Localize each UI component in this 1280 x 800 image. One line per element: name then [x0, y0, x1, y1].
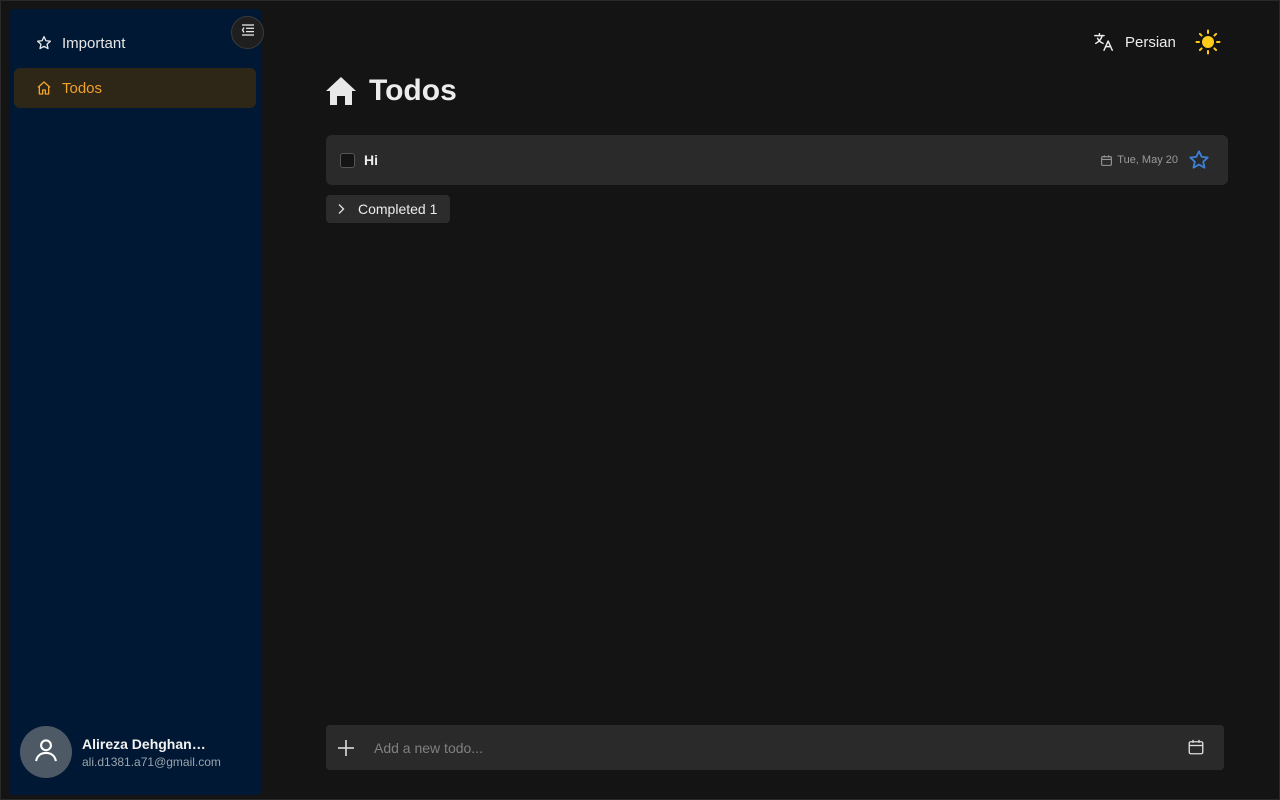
page-title-text: Todos — [369, 74, 457, 107]
language-toggle[interactable]: Persian — [1093, 30, 1176, 54]
todo-checkbox[interactable] — [340, 152, 355, 168]
todo-date-text: Tue, May 20 — [1117, 154, 1178, 166]
home-icon — [325, 76, 357, 106]
calendar-icon — [1100, 154, 1113, 167]
user-profile[interactable]: Alireza Dehghan… ali.d1381.a71@gmail.com — [20, 725, 256, 779]
sidebar-item-label: Important — [62, 34, 126, 52]
user-icon — [32, 736, 60, 769]
app-window: Important Todos Alireza Dehghan… ali.d13… — [0, 0, 1280, 800]
sun-icon — [1195, 29, 1221, 59]
translate-icon — [1093, 31, 1115, 53]
add-todo-input[interactable] — [374, 732, 1154, 763]
todo-item[interactable]: Hi Tue, May 20 — [326, 135, 1228, 185]
sidebar: Important Todos Alireza Dehghan… ali.d13… — [9, 9, 261, 795]
chevron-right-icon — [336, 203, 346, 215]
profile-email: ali.d1381.a71@gmail.com — [82, 754, 221, 769]
star-icon — [36, 35, 52, 51]
due-date-button[interactable] — [1187, 738, 1205, 756]
plus-icon[interactable] — [337, 739, 355, 757]
sidebar-collapse-button[interactable] — [231, 16, 264, 49]
theme-toggle-button[interactable] — [1195, 29, 1221, 55]
todo-due-date: Tue, May 20 — [1100, 135, 1178, 185]
menu-collapse-icon — [241, 23, 255, 42]
home-icon — [36, 80, 52, 96]
star-icon — [1188, 150, 1210, 175]
add-todo-bar — [326, 725, 1224, 770]
sidebar-item-important[interactable]: Important — [14, 23, 256, 63]
sidebar-item-label: Todos — [62, 79, 103, 97]
calendar-icon — [1187, 739, 1205, 760]
completed-label: Completed 1 — [358, 201, 438, 217]
todo-title: Hi — [364, 152, 378, 168]
profile-name: Alireza Dehghan… — [82, 735, 206, 752]
completed-toggle[interactable]: Completed 1 — [326, 195, 450, 223]
sidebar-item-todos[interactable]: Todos — [14, 68, 256, 108]
avatar — [20, 726, 72, 778]
page-title: Todos — [325, 73, 457, 109]
mark-important-button[interactable] — [1188, 149, 1210, 171]
language-label: Persian — [1125, 33, 1176, 51]
